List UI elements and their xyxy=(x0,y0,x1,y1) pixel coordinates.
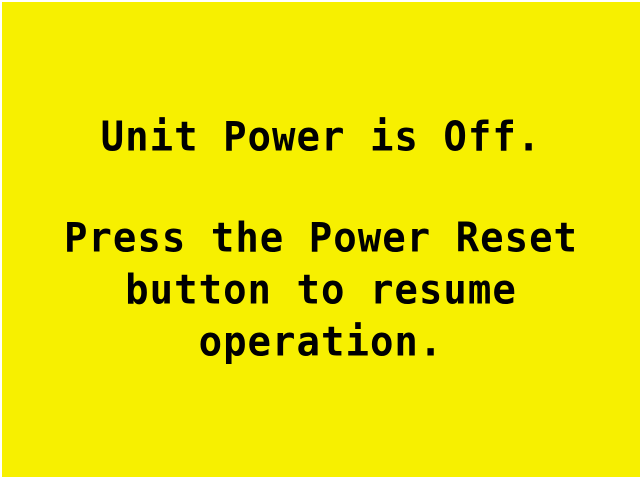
status-message: Unit Power is Off. xyxy=(100,113,542,162)
instruction-line-3: operation. xyxy=(198,318,444,367)
power-off-screen: Unit Power is Off. Press the Power Reset… xyxy=(2,2,640,477)
instruction-line-1: Press the Power Reset xyxy=(63,214,579,263)
instruction-line-2: button to resume xyxy=(125,266,517,315)
